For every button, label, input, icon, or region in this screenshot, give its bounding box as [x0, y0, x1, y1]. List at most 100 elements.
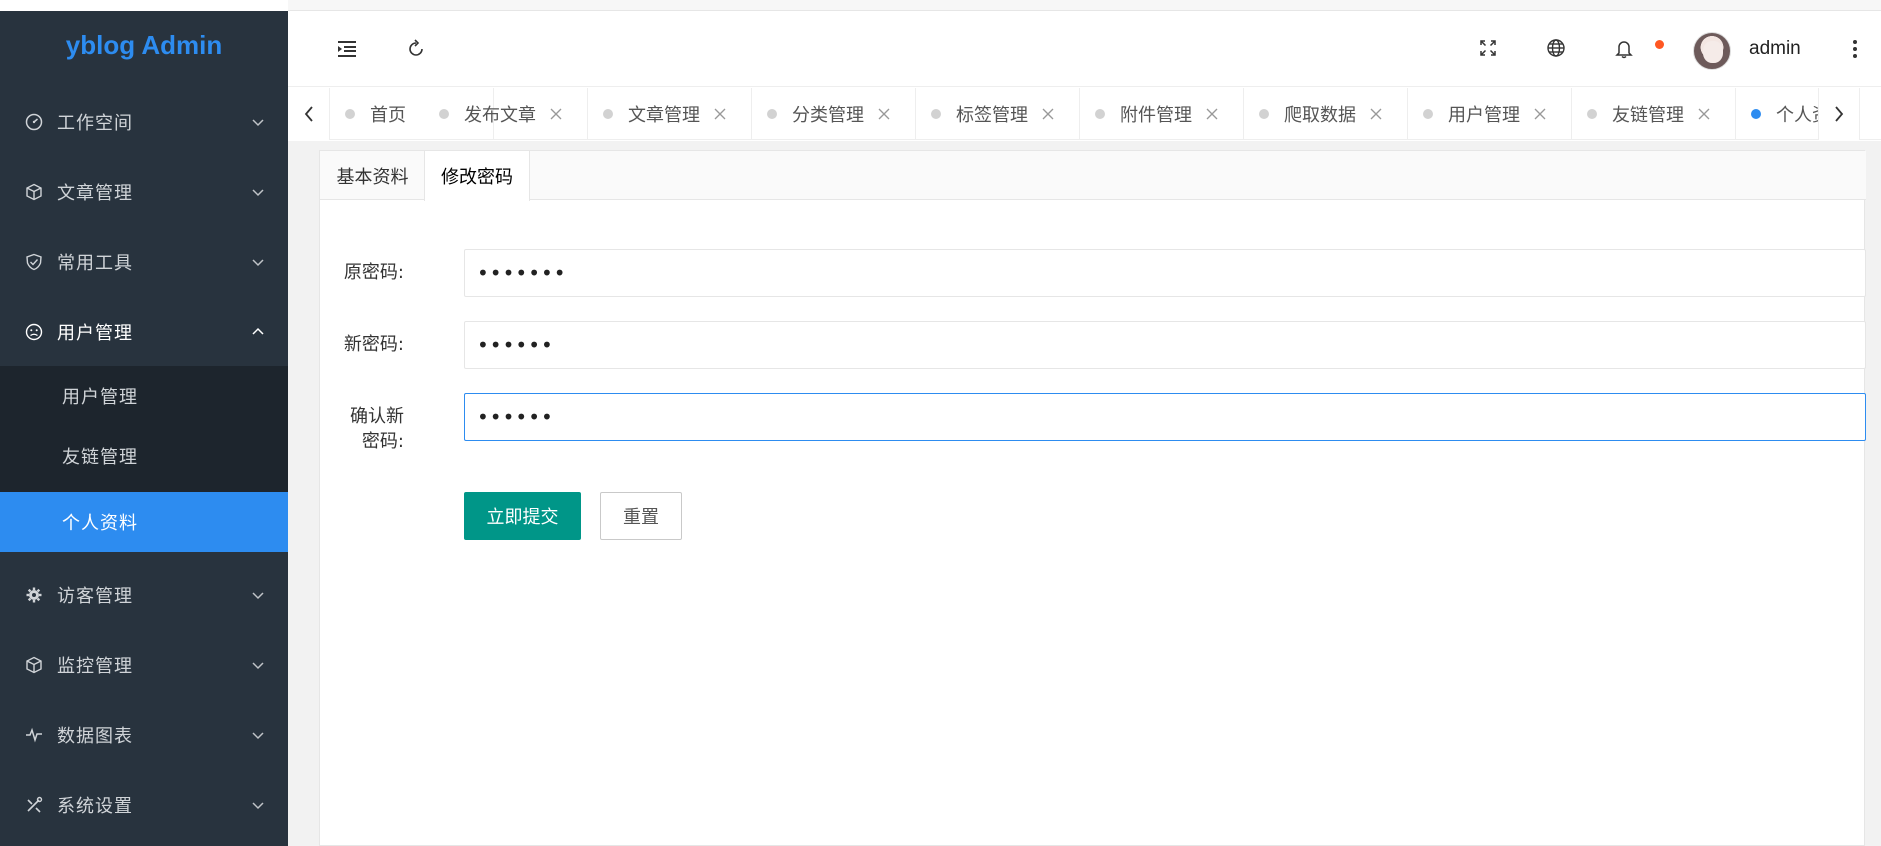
sidebar-item-visitors[interactable]: 访客管理 — [0, 560, 288, 630]
sidebar-item-articles[interactable]: 文章管理 — [0, 157, 288, 227]
tab-change-password[interactable]: 修改密码 — [424, 151, 530, 201]
sidebar-item-label: 监控管理 — [57, 656, 133, 677]
sidebar-subitem-label: 用户管理 — [62, 387, 138, 408]
close-icon[interactable] — [1697, 107, 1711, 121]
chevron-up-icon — [250, 324, 266, 340]
new-password-label: 新密码: — [343, 334, 404, 355]
close-icon[interactable] — [1205, 107, 1219, 121]
top-header: admin — [288, 11, 1881, 87]
cube-icon — [24, 655, 44, 675]
chevron-down-icon — [250, 797, 266, 813]
tab-user-management[interactable]: 用户管理 — [1408, 88, 1572, 140]
sidebar-item-monitoring[interactable]: 监控管理 — [0, 630, 288, 700]
sidebar-top-band — [0, 0, 288, 11]
more-vertical-icon[interactable] — [1843, 34, 1867, 64]
chevron-down-icon — [250, 727, 266, 743]
tab-status-dot — [767, 109, 777, 119]
tabs-track: 首页 发布文章 文章管理 分类管理 标签管理 附件管理 爬取数据 用户管理 友链… — [330, 88, 1818, 140]
tab-status-dot — [439, 109, 449, 119]
tabs-scroll-right-button[interactable] — [1818, 88, 1860, 140]
tab-label: 附件管理 — [1120, 105, 1192, 126]
chevron-down-icon — [250, 587, 266, 603]
tab-label: 文章管理 — [628, 105, 700, 126]
tab-category-management[interactable]: 分类管理 — [752, 88, 916, 140]
tab-attachment-management[interactable]: 附件管理 — [1080, 88, 1244, 140]
confirm-password-label-line1: 确认新 — [350, 406, 404, 427]
confirm-password-label: 确认新 密码: — [320, 404, 404, 454]
bell-icon[interactable] — [1609, 34, 1639, 64]
close-icon[interactable] — [549, 107, 563, 121]
sidebar-subitem-friend-links[interactable]: 友链管理 — [0, 426, 288, 486]
sidebar-item-users[interactable]: 用户管理 — [0, 297, 288, 367]
tab-label: 个人资料 — [1776, 105, 1818, 126]
close-icon[interactable] — [713, 107, 727, 121]
tab-label: 用户管理 — [1448, 105, 1520, 126]
tab-label: 基本资料 — [336, 166, 409, 188]
tab-status-dot — [931, 109, 941, 119]
sidebar: yblog Admin 工作空间 文章管理 常用工具 用户管理 用户管理 友链管… — [0, 0, 288, 846]
tab-profile[interactable]: 个人资料 — [1736, 88, 1818, 140]
tab-basic-info[interactable]: 基本资料 — [320, 151, 425, 200]
sidebar-item-label: 工作空间 — [57, 113, 133, 134]
sidebar-item-label: 用户管理 — [57, 323, 133, 344]
close-icon[interactable] — [877, 107, 891, 121]
chevron-down-icon — [250, 114, 266, 130]
username-label[interactable]: admin — [1749, 38, 1801, 60]
sidebar-item-label: 文章管理 — [57, 183, 133, 204]
card-tab-header: 基本资料 修改密码 — [320, 151, 1866, 201]
tab-publish-article[interactable]: 发布文章 — [424, 88, 588, 140]
tabs-scroll-left-button[interactable] — [288, 88, 330, 140]
close-icon[interactable] — [1533, 107, 1547, 121]
sidebar-submenu-users: 用户管理 友链管理 个人资料 — [0, 366, 288, 552]
globe-icon[interactable] — [1541, 33, 1571, 63]
fullscreen-icon[interactable] — [1473, 33, 1503, 63]
sidebar-item-charts[interactable]: 数据图表 — [0, 700, 288, 770]
page-tabs-bar: 首页 发布文章 文章管理 分类管理 标签管理 附件管理 爬取数据 用户管理 友链… — [288, 88, 1881, 140]
tab-tag-management[interactable]: 标签管理 — [916, 88, 1080, 140]
menu-fold-icon[interactable] — [332, 34, 362, 64]
confirm-password-field[interactable] — [464, 393, 1866, 441]
refresh-icon[interactable] — [401, 34, 431, 64]
chevron-down-icon — [250, 254, 266, 270]
chevron-down-icon — [250, 184, 266, 200]
submit-button[interactable]: 立即提交 — [464, 492, 581, 540]
tab-label: 发布文章 — [464, 105, 536, 126]
tab-article-management[interactable]: 文章管理 — [588, 88, 752, 140]
avatar-face — [1703, 41, 1723, 63]
cube-icon — [24, 182, 44, 202]
tab-friend-links[interactable]: 友链管理 — [1572, 88, 1736, 140]
tab-status-dot — [1751, 109, 1761, 119]
tab-label: 爬取数据 — [1284, 105, 1356, 126]
tab-label: 友链管理 — [1612, 105, 1684, 126]
shield-icon — [24, 252, 44, 272]
tab-label: 首页 — [370, 105, 406, 126]
tab-status-dot — [1259, 109, 1269, 119]
confirm-password-label-line2: 密码: — [361, 431, 404, 452]
tab-label: 分类管理 — [792, 105, 864, 126]
dashboard-icon — [24, 112, 44, 132]
sidebar-subitem-profile[interactable]: 个人资料 — [0, 492, 288, 552]
new-password-field[interactable] — [464, 321, 1866, 369]
browser-top-strip — [288, 0, 1881, 11]
tab-label: 标签管理 — [956, 105, 1028, 126]
close-icon[interactable] — [1369, 107, 1383, 121]
reset-button[interactable]: 重置 — [600, 492, 682, 540]
old-password-field[interactable] — [464, 249, 1866, 297]
tab-crawl-data[interactable]: 爬取数据 — [1244, 88, 1408, 140]
sidebar-item-tools[interactable]: 常用工具 — [0, 227, 288, 297]
sidebar-item-label: 常用工具 — [57, 253, 133, 274]
chevron-right-icon — [1835, 106, 1844, 122]
tab-status-dot — [1095, 109, 1105, 119]
avatar[interactable] — [1693, 32, 1731, 70]
sidebar-subitem-user-management[interactable]: 用户管理 — [0, 366, 288, 426]
tab-status-dot — [1423, 109, 1433, 119]
sidebar-item-workspace[interactable]: 工作空间 — [0, 87, 288, 157]
main-content: 基本资料 修改密码 原密码: 新密码: 确认新 密码: 立即提交 重置 — [288, 141, 1881, 846]
sidebar-subitem-label: 个人资料 — [62, 513, 138, 534]
face-icon — [24, 322, 44, 342]
tab-label: 修改密码 — [441, 167, 513, 188]
notification-dot — [1655, 40, 1664, 49]
tab-status-dot — [345, 109, 355, 119]
sidebar-item-settings[interactable]: 系统设置 — [0, 770, 288, 840]
close-icon[interactable] — [1041, 107, 1055, 121]
